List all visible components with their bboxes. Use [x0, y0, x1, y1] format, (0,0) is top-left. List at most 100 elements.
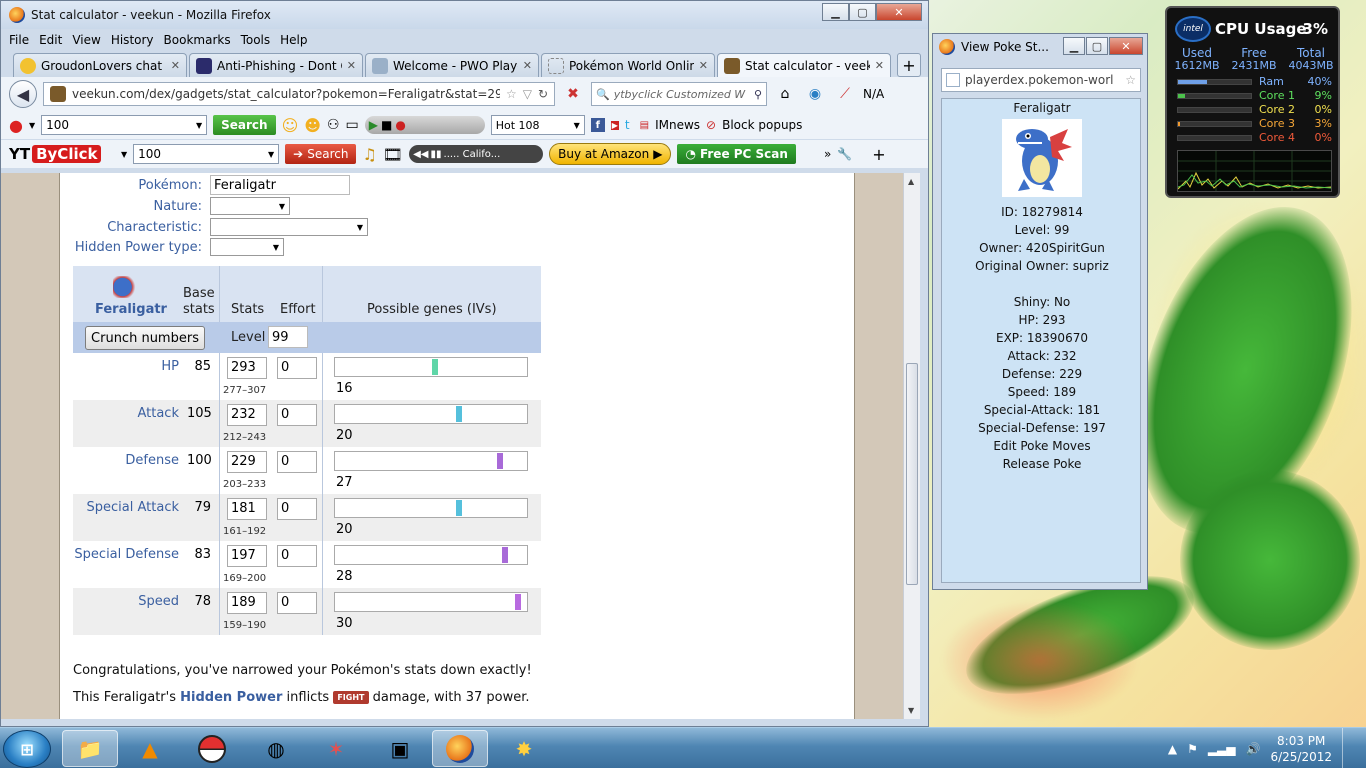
crunch-numbers-button[interactable]: Crunch numbers [85, 326, 205, 350]
stat-input[interactable]: 181 [227, 498, 267, 520]
close-button[interactable]: ✕ [876, 3, 922, 21]
play-icon[interactable]: ▶ [369, 118, 378, 132]
pokemon-input[interactable]: Feraligatr [210, 175, 350, 195]
monitor-icon[interactable]: ▭ [346, 117, 359, 133]
buy-at-amazon-button[interactable]: Buy at Amazon ▶ [549, 143, 672, 165]
tab-close-icon[interactable]: ✕ [875, 59, 884, 72]
dropdown-icon[interactable]: ▽ [523, 87, 532, 101]
music-icon[interactable]: ♫ [362, 145, 376, 164]
popup-minimize-button[interactable]: ▁ [1063, 37, 1085, 55]
nature-select[interactable]: ▼ [210, 197, 290, 215]
smiley-icon[interactable]: ☺ [282, 116, 299, 135]
scroll-down-icon[interactable]: ▼ [908, 706, 914, 715]
na-label[interactable]: N/A [863, 87, 884, 101]
chevron-down-icon[interactable]: ▼ [29, 121, 35, 130]
level-input[interactable]: 99 [268, 326, 308, 348]
vertical-scrollbar[interactable]: ▲ ▼ [903, 173, 920, 719]
stat-name-link[interactable]: Defense [125, 453, 179, 468]
menu-view[interactable]: View [72, 33, 100, 47]
firefox-task-icon[interactable] [432, 730, 488, 767]
menu-help[interactable]: Help [280, 33, 307, 47]
overflow-chevron-icon[interactable]: » [824, 147, 831, 161]
rewind-icon[interactable]: ◀◀ [413, 149, 428, 160]
free-pc-scan-button[interactable]: ◔ Free PC Scan [677, 144, 796, 164]
reload-icon[interactable]: ↻ [538, 87, 548, 101]
add-toolbar-icon[interactable]: + [872, 145, 885, 164]
explorer-task-icon[interactable]: 📁 [62, 730, 118, 767]
globe-icon[interactable]: ◉ [803, 82, 827, 106]
chevron-down-icon[interactable]: ▼ [121, 150, 127, 159]
clock[interactable]: 8:03 PM 6/25/2012 [1270, 733, 1332, 765]
show-desktop-button[interactable] [1342, 728, 1352, 768]
block-popups-icon[interactable]: ⊘ [706, 118, 716, 132]
chart-icon[interactable]: ⟋ [833, 82, 857, 106]
stat-name-link[interactable]: Special Defense [74, 547, 179, 562]
ytbyclick-search-button[interactable]: ➔ Search [285, 144, 357, 164]
stat-name-link[interactable]: Attack [137, 406, 179, 421]
menu-tools[interactable]: Tools [241, 33, 271, 47]
url-bar[interactable]: veekun.com/dex/gadgets/stat_calculator?p… [43, 82, 555, 106]
imnews-link[interactable]: IMnews [655, 118, 700, 132]
stop-icon[interactable]: ✖ [561, 82, 585, 106]
toolbar-search-button[interactable]: Search [213, 115, 276, 135]
edit-poke-moves-link[interactable]: Edit Poke Moves [942, 439, 1142, 453]
search-bar[interactable]: 🔍 ytbyclick Customized W ⚲ [591, 82, 767, 106]
toolbar-search-combo[interactable]: 100 ▼ [41, 115, 208, 135]
cpu-usage-gadget[interactable]: intel CPU Usage 3% Used Free Total 1612M… [1165, 6, 1340, 198]
record-icon[interactable]: ● [395, 118, 405, 132]
tab-groudonlovers[interactable]: GroudonLovers chat gr... ✕ [13, 53, 187, 77]
stat-name-link[interactable]: HP [161, 359, 179, 374]
app-star-task-icon[interactable]: ✶ [308, 730, 364, 767]
effort-input[interactable]: 0 [277, 498, 317, 520]
effort-input[interactable]: 0 [277, 451, 317, 473]
media-controls[interactable]: ◀◀ ▮▮ ..... Califo... [409, 145, 544, 163]
twitter-icon[interactable]: t [625, 118, 630, 132]
scroll-thumb[interactable] [906, 363, 918, 585]
tab-close-icon[interactable]: ✕ [523, 59, 532, 72]
stat-name-link[interactable]: Speed [138, 594, 179, 609]
menu-history[interactable]: History [111, 33, 154, 47]
gamepad-icon[interactable]: ⚇ [327, 117, 340, 133]
pause-icon[interactable]: ▮▮ [431, 149, 442, 160]
hidden-power-link[interactable]: Hidden Power [180, 690, 282, 705]
tab-stat-calculator[interactable]: Stat calculator - veekun ✕ [717, 53, 891, 77]
pokeball-task-icon[interactable] [184, 730, 240, 767]
magnifier-icon[interactable]: ⚲ [754, 88, 762, 101]
stat-input[interactable]: 229 [227, 451, 267, 473]
effort-input[interactable]: 0 [277, 592, 317, 614]
stop-icon[interactable]: ■ [381, 118, 392, 132]
tab-close-icon[interactable]: ✕ [699, 59, 708, 72]
scroll-up-icon[interactable]: ▲ [908, 177, 914, 186]
facebook-icon[interactable]: f [590, 118, 605, 132]
popup-close-button[interactable]: ✕ [1109, 37, 1143, 55]
release-poke-link[interactable]: Release Poke [942, 457, 1142, 471]
tab-close-icon[interactable]: ✕ [347, 59, 356, 72]
minimize-button[interactable]: ▁ [822, 3, 849, 21]
news-icon[interactable]: ▤ [640, 120, 649, 131]
media-player[interactable]: ▶ ■ ● [364, 116, 485, 134]
site-identity-icon[interactable] [50, 86, 66, 102]
show-hidden-icons-icon[interactable]: ▲ [1168, 742, 1177, 756]
characteristic-select[interactable]: ▼ [210, 218, 368, 236]
menu-edit[interactable]: Edit [39, 33, 62, 47]
maximize-button[interactable]: ▢ [849, 3, 876, 21]
home-icon[interactable]: ⌂ [773, 82, 797, 106]
youtube-icon[interactable]: ▶ [610, 120, 619, 130]
webcam-task-icon[interactable]: ◍ [248, 730, 304, 767]
effort-input[interactable]: 0 [277, 545, 317, 567]
stat-name-link[interactable]: Special Attack [87, 500, 179, 515]
stat-input[interactable]: 197 [227, 545, 267, 567]
start-button[interactable]: ⊞ [3, 730, 51, 768]
effort-input[interactable]: 0 [277, 404, 317, 426]
tab-anti-phishing[interactable]: Anti-Phishing - Dont G... ✕ [189, 53, 363, 77]
block-popups-link[interactable]: Block popups [722, 118, 802, 132]
ytbyclick-logo[interactable]: YT ByClick [9, 145, 115, 163]
system-monitor-task-icon[interactable]: ▣ [372, 730, 428, 767]
back-button[interactable]: ◀ [9, 80, 37, 108]
search-input[interactable]: ytbyclick Customized W [614, 88, 750, 101]
stat-input[interactable]: 232 [227, 404, 267, 426]
menu-file[interactable]: File [9, 33, 29, 47]
smiley-group-icon[interactable]: ☻ [304, 116, 321, 135]
chat-bubble-icon[interactable]: ● [9, 116, 23, 135]
network-icon[interactable]: ▂▃▅ [1208, 742, 1236, 756]
